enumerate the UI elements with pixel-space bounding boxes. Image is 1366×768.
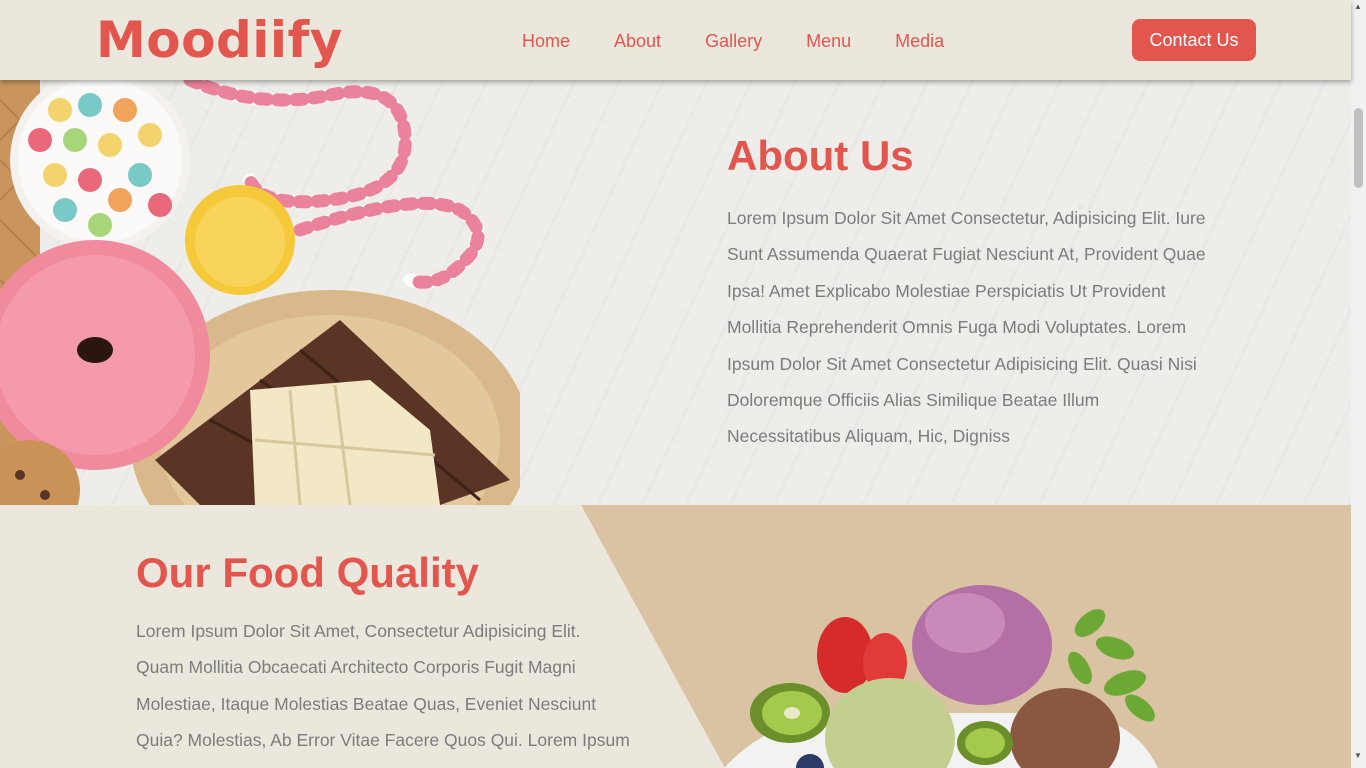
site-header: Moodiify Home About Gallery Menu Media C… <box>0 0 1351 80</box>
contact-us-button[interactable]: Contact Us <box>1132 19 1256 61</box>
about-text: Lorem Ipsum Dolor Sit Amet Consectetur, … <box>727 208 1206 447</box>
food-quality-section: Our Food Quality Lorem Ipsum Dolor Sit A… <box>0 505 1351 768</box>
about-section: About Us Lorem Ipsum Dolor Sit Amet Cons… <box>0 80 1351 505</box>
nav-home[interactable]: Home <box>522 30 570 52</box>
page-scrollbar[interactable]: ▲ ▼ <box>1351 0 1366 768</box>
scrollbar-thumb[interactable] <box>1354 108 1363 188</box>
logo[interactable]: Moodiify <box>96 10 343 70</box>
nav-media[interactable]: Media <box>895 30 944 52</box>
food-quality-title: Our Food Quality <box>136 549 479 596</box>
ice-cream-image <box>724 585 1158 768</box>
about-title: About Us <box>727 132 914 179</box>
main-nav: Home About Gallery Menu Media <box>522 30 988 52</box>
food-quality-text: Lorem Ipsum Dolor Sit Amet, Consectetur … <box>136 621 630 751</box>
scroll-up-icon[interactable]: ▲ <box>1354 3 1362 11</box>
nav-menu[interactable]: Menu <box>806 30 851 52</box>
scroll-down-icon[interactable]: ▼ <box>1354 752 1362 760</box>
sweets-image <box>0 80 520 505</box>
nav-about[interactable]: About <box>614 30 661 52</box>
nav-gallery[interactable]: Gallery <box>705 30 762 52</box>
